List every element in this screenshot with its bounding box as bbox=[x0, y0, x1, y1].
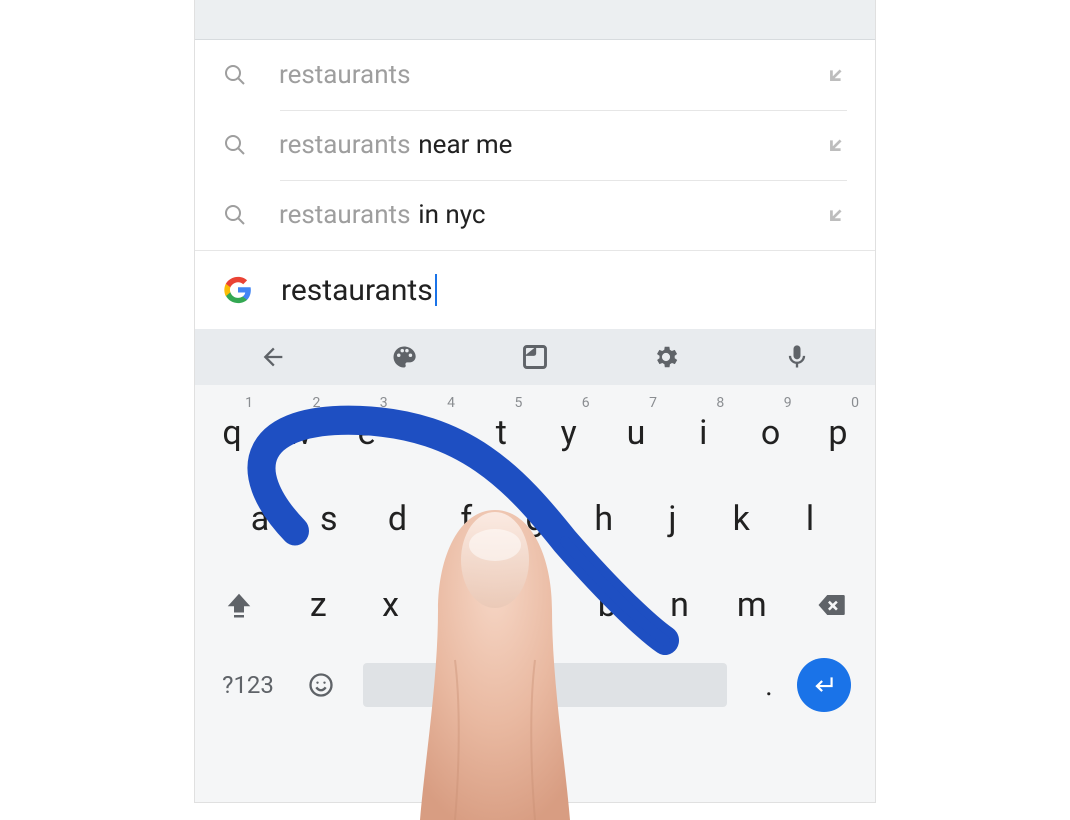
key-n[interactable]: n bbox=[651, 571, 709, 639]
suggestion-row[interactable]: restaurants in nyc bbox=[195, 180, 875, 250]
emoji-key[interactable] bbox=[293, 657, 349, 713]
suggestion-text: restaurants bbox=[279, 60, 825, 90]
insert-suggestion-icon[interactable] bbox=[825, 134, 847, 156]
insert-suggestion-icon[interactable] bbox=[825, 64, 847, 86]
key-x[interactable]: x bbox=[362, 571, 420, 639]
key-k[interactable]: k bbox=[712, 485, 770, 553]
key-v[interactable]: v bbox=[506, 571, 564, 639]
key-q[interactable]: 1q bbox=[203, 399, 261, 467]
key-p[interactable]: 0p bbox=[809, 399, 867, 467]
keyboard-row-4: ?123 . bbox=[203, 657, 867, 713]
spacebar[interactable] bbox=[363, 663, 727, 707]
search-suggestions: restaurants restaurants near me restaura… bbox=[195, 40, 875, 250]
key-f[interactable]: f bbox=[437, 485, 495, 553]
status-bar bbox=[195, 0, 875, 40]
back-arrow-icon[interactable] bbox=[259, 343, 287, 371]
key-j[interactable]: j bbox=[644, 485, 702, 553]
phone-frame: restaurants restaurants near me restaura… bbox=[195, 0, 875, 802]
suggestion-row[interactable]: restaurants near me bbox=[195, 110, 875, 180]
suggestion-text: restaurants near me bbox=[279, 130, 825, 160]
keyboard: 1q 2w 3e 4r 5t 6y 7u 8i 9o 0p a s d f g … bbox=[195, 385, 875, 802]
keyboard-row-3: z x c v b n m bbox=[203, 571, 867, 639]
symbols-key[interactable]: ?123 bbox=[203, 657, 293, 713]
key-s[interactable]: s bbox=[300, 485, 358, 553]
key-w[interactable]: 2w bbox=[270, 399, 328, 467]
shift-key[interactable] bbox=[203, 577, 275, 633]
key-a[interactable]: a bbox=[231, 485, 289, 553]
key-y[interactable]: 6y bbox=[540, 399, 598, 467]
sticker-icon[interactable] bbox=[521, 343, 549, 371]
search-input[interactable]: restaurants bbox=[281, 273, 437, 308]
key-i[interactable]: 8i bbox=[674, 399, 732, 467]
key-g[interactable]: g bbox=[506, 485, 564, 553]
enter-key[interactable] bbox=[797, 658, 851, 712]
insert-suggestion-icon[interactable] bbox=[825, 204, 847, 226]
suggestion-text: restaurants in nyc bbox=[279, 200, 825, 230]
key-b[interactable]: b bbox=[578, 571, 636, 639]
search-icon bbox=[223, 133, 247, 157]
search-input-row[interactable]: restaurants bbox=[195, 251, 875, 329]
keyboard-row-2: a s d f g h j k l bbox=[203, 485, 867, 553]
search-icon bbox=[223, 203, 247, 227]
key-u[interactable]: 7u bbox=[607, 399, 665, 467]
key-d[interactable]: d bbox=[369, 485, 427, 553]
keyboard-row-1: 1q 2w 3e 4r 5t 6y 7u 8i 9o 0p bbox=[203, 399, 867, 467]
keyboard-toolbar bbox=[195, 329, 875, 385]
key-m[interactable]: m bbox=[723, 571, 781, 639]
key-t[interactable]: 5t bbox=[472, 399, 530, 467]
backspace-key[interactable] bbox=[795, 577, 867, 633]
microphone-icon[interactable] bbox=[783, 343, 811, 371]
gear-icon[interactable] bbox=[652, 343, 680, 371]
palette-icon[interactable] bbox=[390, 343, 418, 371]
search-icon bbox=[223, 63, 247, 87]
key-h[interactable]: h bbox=[575, 485, 633, 553]
text-caret bbox=[435, 274, 437, 306]
google-logo-icon bbox=[223, 275, 253, 305]
period-key[interactable]: . bbox=[741, 657, 797, 713]
key-l[interactable]: l bbox=[781, 485, 839, 553]
key-r[interactable]: 4r bbox=[405, 399, 463, 467]
key-o[interactable]: 9o bbox=[742, 399, 800, 467]
key-c[interactable]: c bbox=[434, 571, 492, 639]
suggestion-row[interactable]: restaurants bbox=[195, 40, 875, 110]
key-z[interactable]: z bbox=[289, 571, 347, 639]
key-e[interactable]: 3e bbox=[338, 399, 396, 467]
